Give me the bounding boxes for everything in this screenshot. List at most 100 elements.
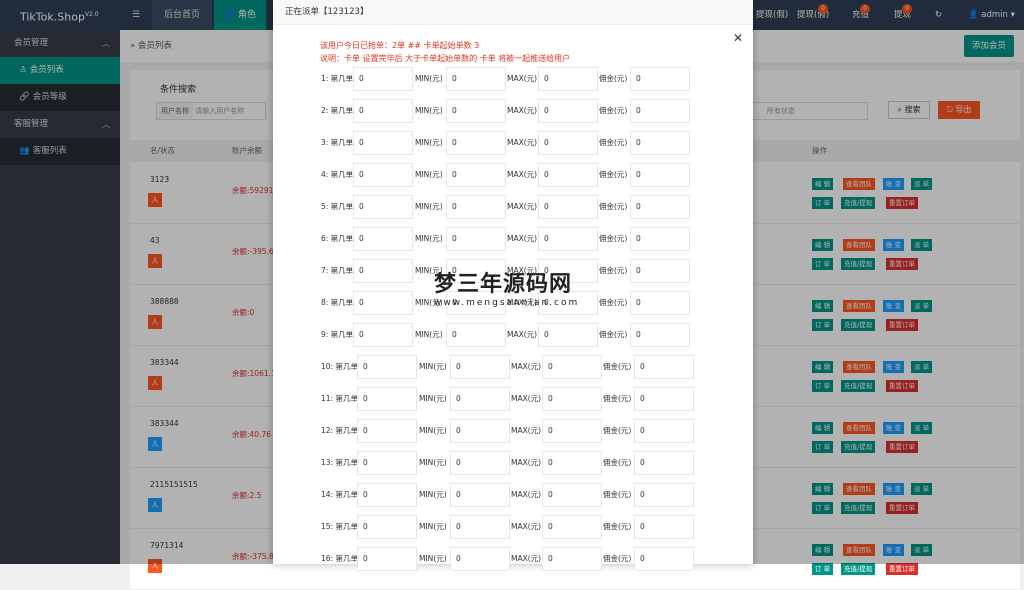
order-index-label: 12: 第几单 <box>321 426 358 435</box>
min-input[interactable]: 0 <box>446 323 506 347</box>
commission-input[interactable]: 0 <box>630 259 690 283</box>
order-number-input[interactable]: 0 <box>357 419 417 443</box>
order-number-input[interactable]: 0 <box>353 259 413 283</box>
order-number-input[interactable]: 0 <box>353 131 413 155</box>
order-number-input[interactable]: 0 <box>353 195 413 219</box>
commission-input[interactable]: 0 <box>634 547 694 571</box>
min-input[interactable]: 0 <box>446 227 506 251</box>
min-input[interactable]: 0 <box>450 515 510 539</box>
order-number-input[interactable]: 0 <box>357 547 417 571</box>
commission-label: 佣金(元) <box>603 458 632 467</box>
max-input[interactable]: 0 <box>538 99 598 123</box>
max-input[interactable]: 0 <box>542 387 602 411</box>
order-number-input[interactable]: 0 <box>353 291 413 315</box>
order-number-input[interactable]: 0 <box>353 67 413 91</box>
commission-label: 佣金(元) <box>599 170 628 179</box>
max-input[interactable]: 0 <box>542 355 602 379</box>
min-label: MIN(元) <box>419 490 447 499</box>
max-label: MAX(元) <box>507 74 538 83</box>
min-input[interactable]: 0 <box>450 451 510 475</box>
max-input[interactable]: 0 <box>538 259 598 283</box>
orders-button[interactable]: 订 单 <box>812 563 834 575</box>
commission-input[interactable]: 0 <box>634 483 694 507</box>
commission-input[interactable]: 0 <box>630 131 690 155</box>
order-number-input[interactable]: 0 <box>353 99 413 123</box>
min-label: MIN(元) <box>415 330 443 339</box>
max-input[interactable]: 0 <box>538 163 598 187</box>
order-number-input[interactable]: 0 <box>357 355 417 379</box>
min-input[interactable]: 0 <box>446 195 506 219</box>
max-input[interactable]: 0 <box>538 67 598 91</box>
commission-input[interactable]: 0 <box>634 419 694 443</box>
min-input[interactable]: 0 <box>450 355 510 379</box>
order-index-label: 7: 第几单 <box>321 266 354 275</box>
order-index-label: 6: 第几单 <box>321 234 354 243</box>
min-input[interactable]: 0 <box>450 547 510 571</box>
commission-input[interactable]: 0 <box>634 387 694 411</box>
commission-input[interactable]: 0 <box>630 291 690 315</box>
commission-input[interactable]: 0 <box>634 355 694 379</box>
max-input[interactable]: 0 <box>538 131 598 155</box>
max-input[interactable]: 0 <box>542 419 602 443</box>
min-input[interactable]: 0 <box>446 163 506 187</box>
max-input[interactable]: 0 <box>538 323 598 347</box>
commission-input[interactable]: 0 <box>634 451 694 475</box>
commission-input[interactable]: 0 <box>630 323 690 347</box>
reset-order-button[interactable]: 重置订单 <box>886 563 918 575</box>
recharge-withdraw-button[interactable]: 充值/提现 <box>841 563 876 575</box>
order-number-input[interactable]: 0 <box>353 323 413 347</box>
min-input[interactable]: 0 <box>446 67 506 91</box>
commission-input[interactable]: 0 <box>634 515 694 539</box>
close-icon[interactable]: ✕ <box>733 31 743 45</box>
commission-input[interactable]: 0 <box>630 67 690 91</box>
max-input[interactable]: 0 <box>542 547 602 571</box>
order-number-input[interactable]: 0 <box>357 515 417 539</box>
order-index-label: 14: 第几单 <box>321 490 358 499</box>
order-index-label: 2: 第几单 <box>321 106 354 115</box>
order-index-label: 8: 第几单 <box>321 298 354 307</box>
max-input[interactable]: 0 <box>538 291 598 315</box>
commission-input[interactable]: 0 <box>630 195 690 219</box>
order-number-input[interactable]: 0 <box>353 227 413 251</box>
max-label: MAX(元) <box>511 458 542 467</box>
commission-input[interactable]: 0 <box>630 227 690 251</box>
order-number-input[interactable]: 0 <box>357 451 417 475</box>
max-input[interactable]: 0 <box>538 195 598 219</box>
min-input[interactable]: 0 <box>450 419 510 443</box>
commission-label: 佣金(元) <box>599 202 628 211</box>
min-input[interactable]: 0 <box>446 291 506 315</box>
order-number-input[interactable]: 0 <box>353 163 413 187</box>
min-label: MIN(元) <box>415 202 443 211</box>
max-input[interactable]: 0 <box>542 483 602 507</box>
commission-label: 佣金(元) <box>603 362 632 371</box>
order-index-label: 16: 第几单 <box>321 554 358 563</box>
min-input[interactable]: 0 <box>446 259 506 283</box>
order-index-label: 11: 第几单 <box>321 394 358 403</box>
max-input[interactable]: 0 <box>542 451 602 475</box>
min-label: MIN(元) <box>415 298 443 307</box>
order-index-label: 5: 第几单 <box>321 202 354 211</box>
commission-label: 佣金(元) <box>603 554 632 563</box>
commission-label: 佣金(元) <box>599 330 628 339</box>
order-number-input[interactable]: 0 <box>357 483 417 507</box>
commission-input[interactable]: 0 <box>630 99 690 123</box>
order-number-input[interactable]: 0 <box>357 387 417 411</box>
max-input[interactable]: 0 <box>538 227 598 251</box>
min-input[interactable]: 0 <box>450 387 510 411</box>
min-input[interactable]: 0 <box>446 131 506 155</box>
min-label: MIN(元) <box>415 266 443 275</box>
min-input[interactable]: 0 <box>446 99 506 123</box>
max-label: MAX(元) <box>507 330 538 339</box>
min-label: MIN(元) <box>415 138 443 147</box>
commission-label: 佣金(元) <box>599 298 628 307</box>
min-label: MIN(元) <box>415 106 443 115</box>
max-input[interactable]: 0 <box>542 515 602 539</box>
max-label: MAX(元) <box>511 394 542 403</box>
order-index-label: 13: 第几单 <box>321 458 358 467</box>
commission-input[interactable]: 0 <box>630 163 690 187</box>
order-index-label: 9: 第几单 <box>321 330 354 339</box>
min-input[interactable]: 0 <box>450 483 510 507</box>
max-label: MAX(元) <box>507 298 538 307</box>
max-label: MAX(元) <box>507 106 538 115</box>
max-label: MAX(元) <box>511 426 542 435</box>
